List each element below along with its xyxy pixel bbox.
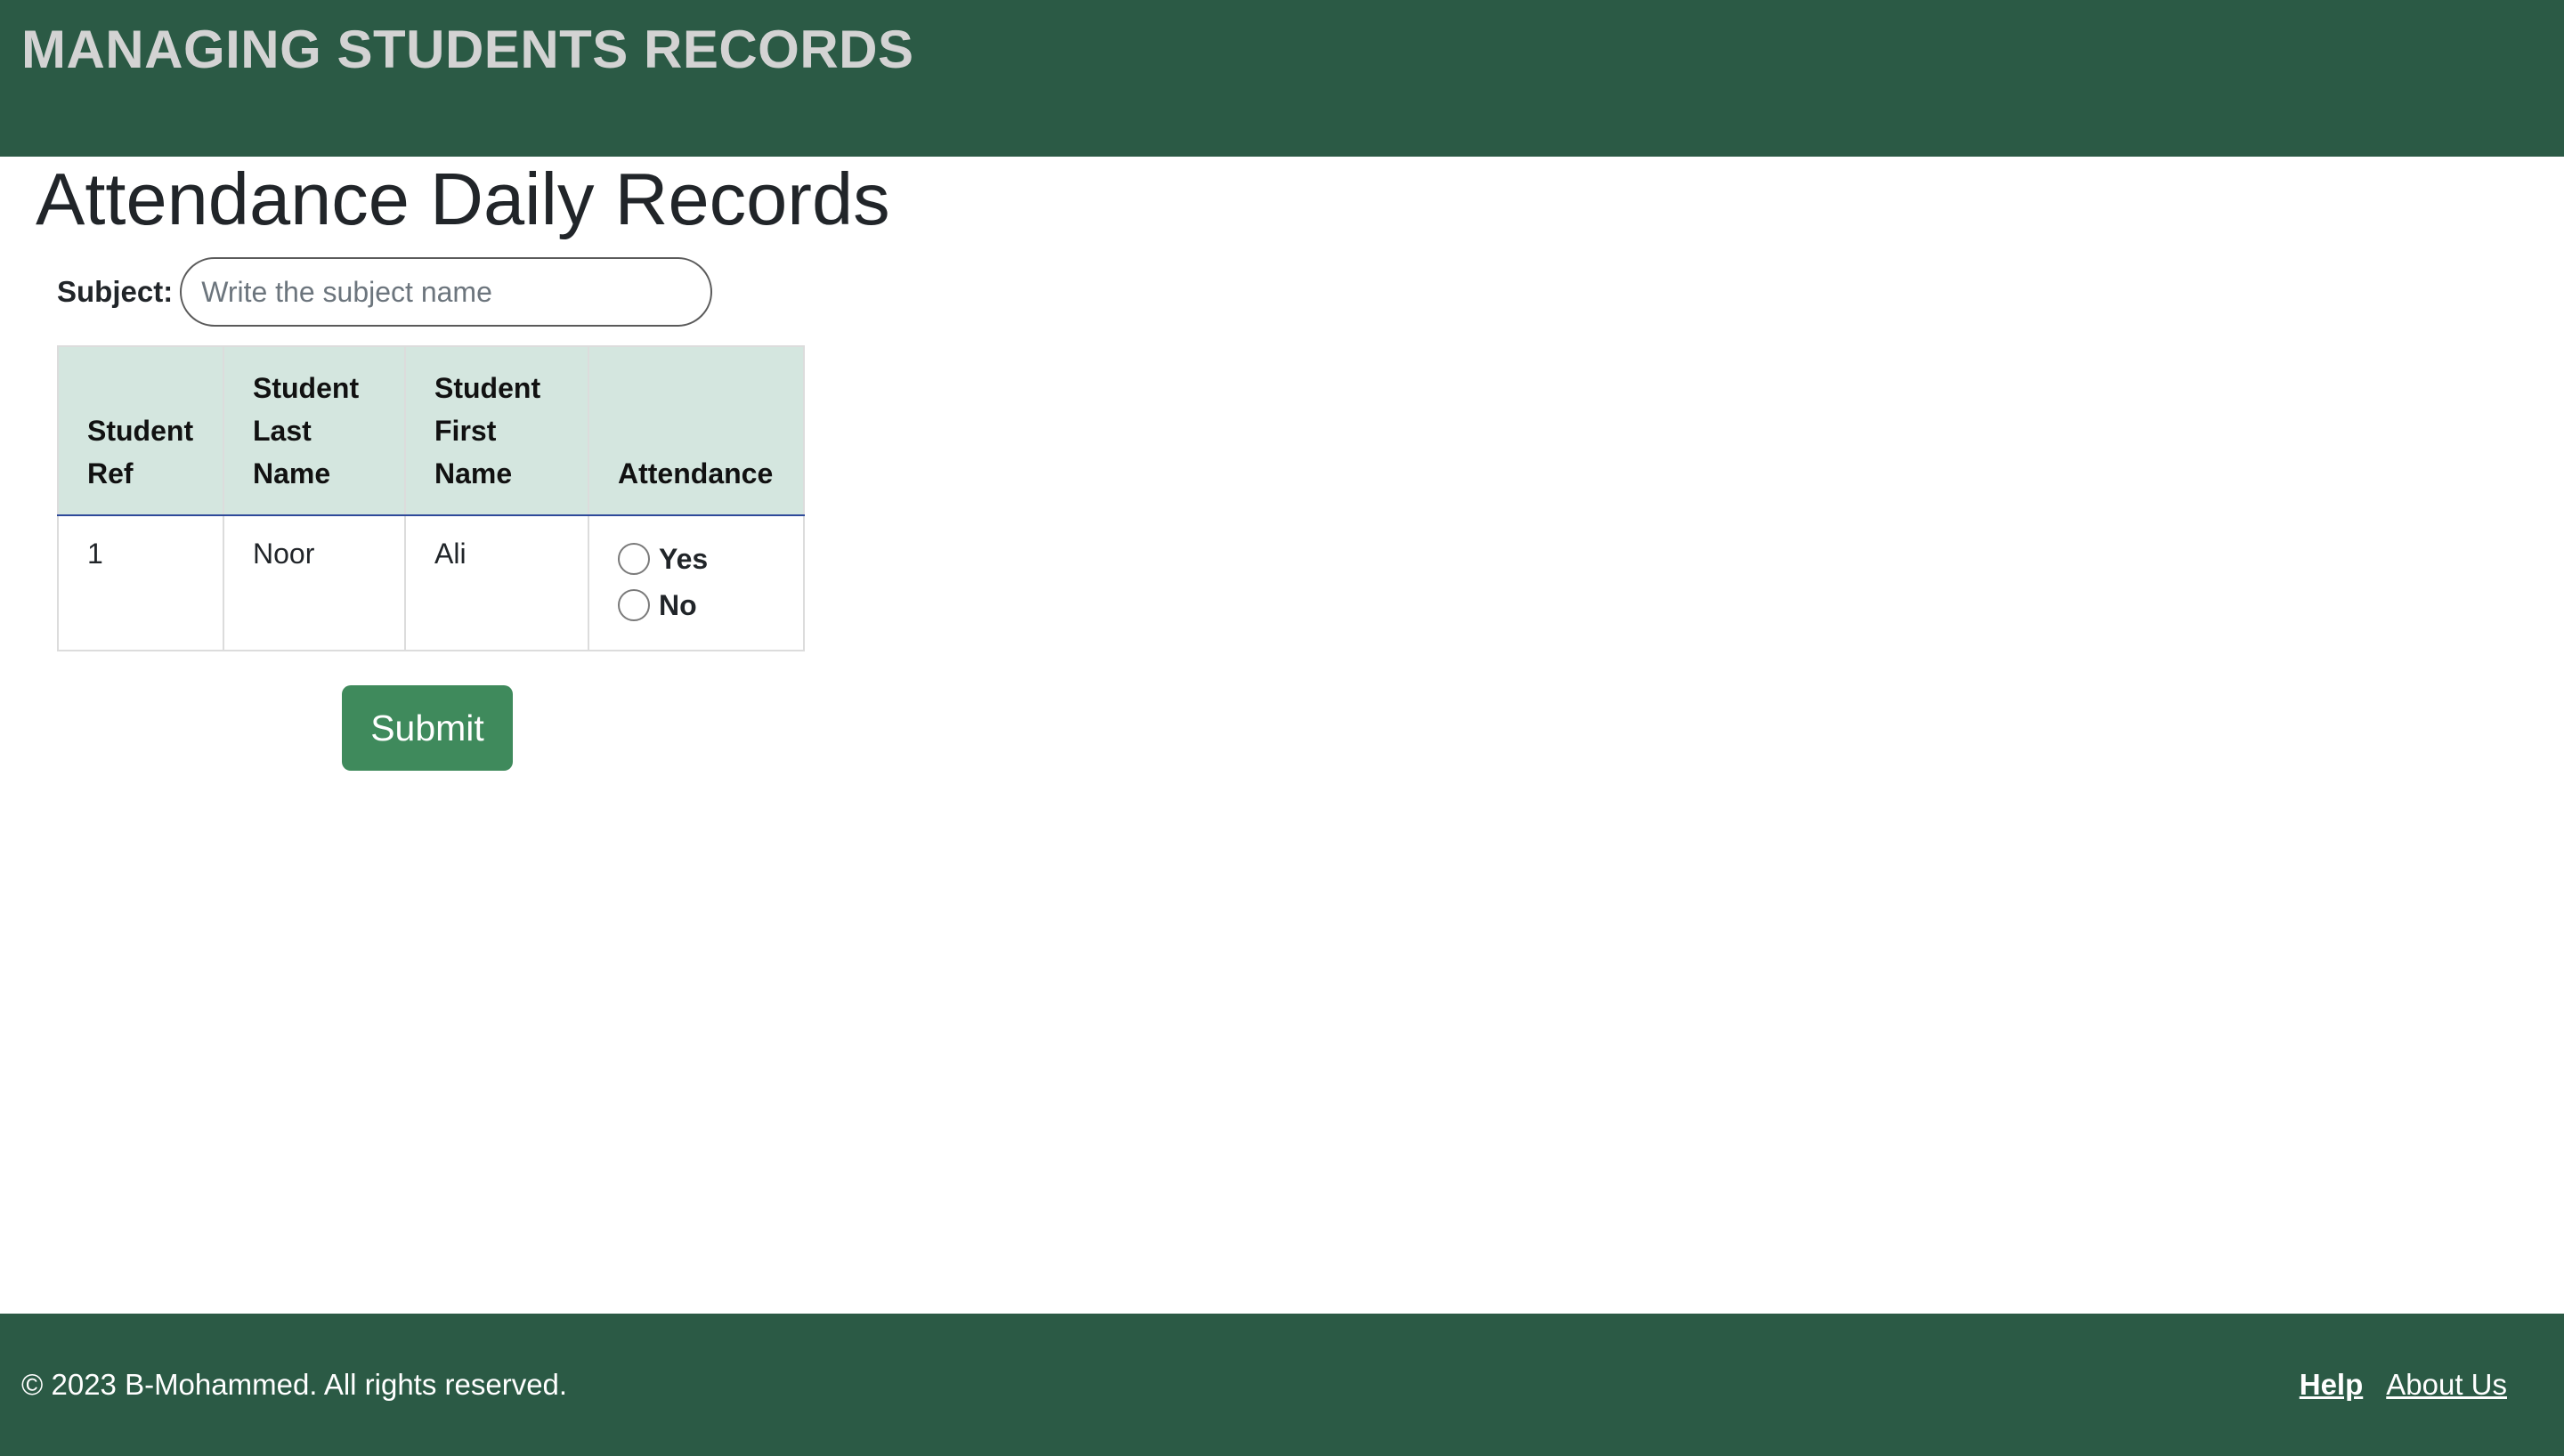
header-student-ref: Student Ref: [57, 345, 224, 516]
yes-label[interactable]: Yes: [659, 541, 708, 577]
cell-attendance: Yes No: [588, 514, 805, 651]
subject-label: Subject:: [57, 275, 174, 308]
header-text: Name: [434, 457, 513, 489]
header-text: Last: [253, 415, 312, 447]
header-text: Student: [253, 372, 360, 404]
header-text: Student: [87, 415, 194, 447]
subject-row: Subject:: [57, 256, 713, 328]
footer-links: Help About Us: [2276, 1367, 2507, 1403]
table-row: 1 Noor Ali Yes No: [57, 514, 805, 651]
cell-first-name: Ali: [404, 514, 589, 651]
no-radio[interactable]: [618, 589, 650, 621]
header-student-first-name: Student First Name: [404, 345, 589, 516]
yes-radio[interactable]: [618, 543, 650, 575]
attendance-option-yes[interactable]: Yes: [618, 536, 775, 582]
submit-button[interactable]: Submit: [342, 685, 513, 771]
header-text: First: [434, 415, 497, 447]
header-student-last-name: Student Last Name: [223, 345, 406, 516]
about-us-link[interactable]: About Us: [2386, 1368, 2507, 1401]
header-text: Name: [253, 457, 331, 489]
site-title: MANAGING STUDENTS RECORDS: [21, 20, 914, 79]
cell-student-ref: 1: [57, 514, 224, 651]
copyright-text: © 2023 B-Mohammed. All rights reserved.: [21, 1368, 568, 1401]
site-footer: © 2023 B-Mohammed. All rights reserved. …: [0, 1314, 2564, 1456]
site-header: MANAGING STUDENTS RECORDS: [0, 0, 2564, 157]
header-text: Ref: [87, 457, 134, 489]
page-title: Attendance Daily Records: [36, 158, 890, 240]
no-label[interactable]: No: [659, 587, 697, 623]
cell-last-name: Noor: [223, 514, 406, 651]
attendance-table: Student Ref Student Last Name Student Fi…: [57, 345, 805, 651]
header-attendance: Attendance: [588, 345, 805, 516]
attendance-option-no[interactable]: No: [618, 582, 775, 628]
help-link[interactable]: Help: [2300, 1368, 2364, 1401]
header-text: Student: [434, 372, 541, 404]
table-header-row: Student Ref Student Last Name Student Fi…: [57, 345, 805, 516]
subject-input[interactable]: [180, 257, 713, 327]
